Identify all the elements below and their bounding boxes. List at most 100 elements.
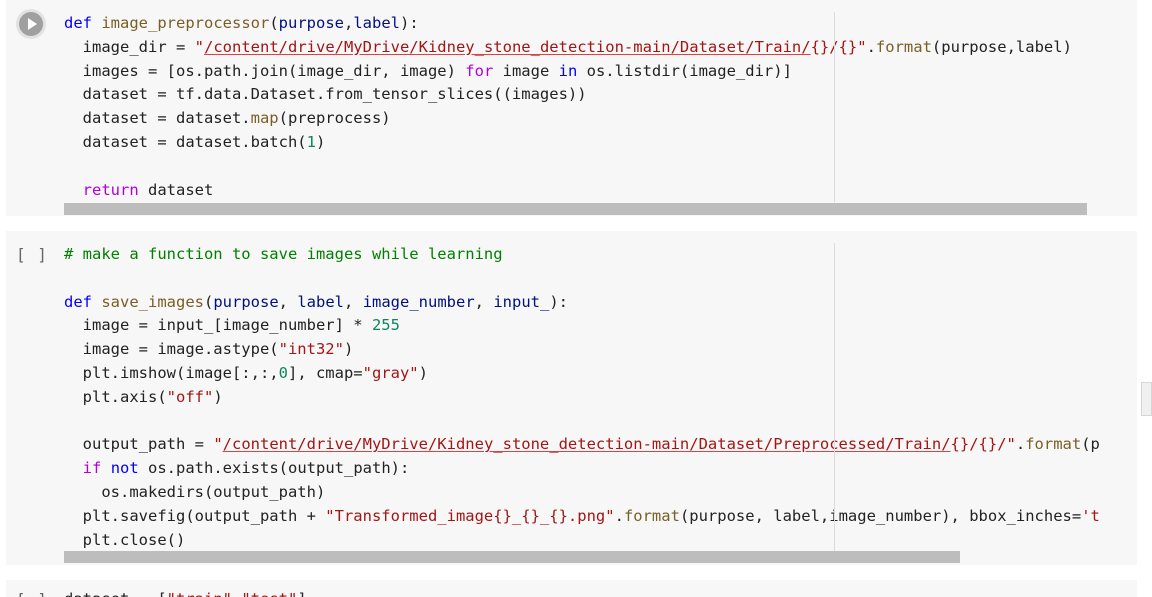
code-line[interactable]: dataset = dataset.map(preprocess) xyxy=(64,109,391,127)
code-token: dataset = dataset. xyxy=(64,109,251,128)
code-line[interactable]: os.makedirs(output_path) xyxy=(64,483,325,501)
code-token: dataset = tf.data.Dataset.from_tensor_sl… xyxy=(64,85,587,104)
code-token: save_images xyxy=(101,292,204,311)
code-line[interactable]: image_dir = "/content/drive/MyDrive/Kidn… xyxy=(64,38,1072,56)
code-token: image = input_[image_number] * xyxy=(64,316,372,335)
code-token: ) xyxy=(343,340,354,359)
code-cell[interactable]: [ ] # make a function to save images whi… xyxy=(6,231,1137,565)
code-token: def xyxy=(64,14,92,32)
code-token: def xyxy=(64,292,92,311)
code-line[interactable]: image = image.astype("int32") xyxy=(64,340,354,359)
code-token: plt.imshow(image[:,:, xyxy=(64,363,279,382)
code-line[interactable]: return dataset xyxy=(64,180,214,199)
code-token: plt.savefig(output_path + xyxy=(64,506,326,525)
code-token: in xyxy=(558,61,578,80)
code-line[interactable]: def save_images(purpose, label, image_nu… xyxy=(64,293,568,311)
code-token: os.makedirs(output_path) xyxy=(64,482,326,501)
code-editor[interactable]: dataset = ["train","test"] xyxy=(64,588,307,597)
code-token: label xyxy=(297,292,345,311)
code-token: purpose xyxy=(213,292,279,311)
code-token: . xyxy=(866,37,876,56)
execution-count[interactable]: [ ] xyxy=(16,590,48,597)
code-token: " xyxy=(194,37,204,56)
code-line[interactable]: dataset = dataset.batch(1) xyxy=(64,132,326,151)
code-cell[interactable]: [ ] dataset = ["train","test"] xyxy=(6,580,1137,597)
code-token: image_number xyxy=(362,292,475,311)
run-cell-button[interactable] xyxy=(19,12,43,36)
code-token: ( xyxy=(269,14,279,32)
code-token: os.listdir(image_dir)] xyxy=(577,61,792,80)
code-token: images = [os.path.join(image_dir, image) xyxy=(64,61,466,80)
page-scrollbar-thumb[interactable] xyxy=(1141,382,1152,416)
horizontal-scrollbar[interactable] xyxy=(64,551,960,563)
code-token: {}/{}/" xyxy=(950,435,1016,454)
code-token: image xyxy=(493,61,559,80)
code-token: dataset xyxy=(138,180,214,199)
line-length-ruler xyxy=(834,12,835,202)
code-line[interactable]: images = [os.path.join(image_dir, image)… xyxy=(64,62,792,80)
code-token: "gray" xyxy=(362,363,419,382)
line-length-ruler xyxy=(834,243,835,563)
code-token: /content/drive/MyDrive/Kidney_stone_dete… xyxy=(204,37,811,56)
code-line[interactable]: plt.savefig(output_path + "Transformed_i… xyxy=(64,507,1100,525)
code-line[interactable]: dataset = tf.data.Dataset.from_tensor_sl… xyxy=(64,85,587,103)
code-line[interactable]: dataset = ["train","test"] xyxy=(64,590,307,597)
code-token: ) xyxy=(418,363,428,382)
code-token: # make a function to save images while l… xyxy=(64,245,503,263)
execution-count[interactable]: [ ] xyxy=(16,245,48,264)
code-token: dataset = dataset.batch( xyxy=(64,132,307,151)
code-token: "off" xyxy=(166,387,214,406)
code-token: (p xyxy=(1081,435,1100,454)
code-token: image_preprocessor xyxy=(101,14,270,32)
code-token: ): xyxy=(400,14,419,32)
code-token: format xyxy=(875,37,932,56)
code-token: , xyxy=(474,292,494,311)
code-line[interactable]: if not os.path.exists(output_path): xyxy=(64,459,410,478)
code-cell[interactable]: def image_preprocessor(purpose,label): i… xyxy=(6,0,1137,216)
code-token: , xyxy=(344,292,363,311)
code-token: "train" xyxy=(167,590,232,597)
code-token: (purpose, label,image_number), bbox_inch… xyxy=(679,506,1082,525)
code-editor[interactable]: # make a function to save images while l… xyxy=(64,243,1100,552)
code-token: plt.axis( xyxy=(64,387,167,406)
code-token: purpose xyxy=(278,14,344,32)
code-token: format xyxy=(1025,435,1082,454)
code-token: " xyxy=(213,435,223,454)
code-token: , xyxy=(278,292,298,311)
code-token: ( xyxy=(204,292,214,311)
code-token: , xyxy=(232,590,241,597)
code-line[interactable]: output_path = "/content/drive/MyDrive/Ki… xyxy=(64,435,1100,453)
code-line[interactable]: image = input_[image_number] * 255 xyxy=(64,316,400,334)
code-token: output_path = xyxy=(64,435,214,454)
code-line[interactable]: plt.imshow(image[:,:,0], cmap="gray") xyxy=(64,364,428,382)
code-token: image = image.astype( xyxy=(64,340,279,359)
code-line[interactable]: # make a function to save images while l… xyxy=(64,245,503,263)
code-token: label xyxy=(353,14,401,32)
code-token: format xyxy=(623,506,680,525)
code-token: . xyxy=(614,506,624,525)
code-token: ] xyxy=(297,590,306,597)
code-token: if xyxy=(82,459,102,478)
code-token: {}/{}" xyxy=(810,37,867,56)
code-line[interactable]: def image_preprocessor(purpose,label): xyxy=(64,14,419,32)
code-token: (preprocess) xyxy=(278,109,391,128)
code-token: ) xyxy=(213,387,223,406)
code-line[interactable]: plt.close() xyxy=(64,531,186,549)
code-token: . xyxy=(1015,435,1026,454)
code-line[interactable]: plt.axis("off") xyxy=(64,388,223,406)
code-token: ): xyxy=(549,292,569,311)
code-token: os.path.exists(output_path): xyxy=(138,459,410,478)
code-token: (purpose,label) xyxy=(931,37,1072,56)
code-token: input_ xyxy=(493,292,550,311)
code-token: 1 xyxy=(306,132,316,151)
code-editor[interactable]: def image_preprocessor(purpose,label): i… xyxy=(64,12,1072,202)
code-token: /content/drive/MyDrive/Kidney_stone_dete… xyxy=(222,435,951,454)
horizontal-scrollbar[interactable] xyxy=(64,203,1087,215)
code-token: "int32" xyxy=(278,340,344,359)
code-token: return xyxy=(82,180,139,199)
